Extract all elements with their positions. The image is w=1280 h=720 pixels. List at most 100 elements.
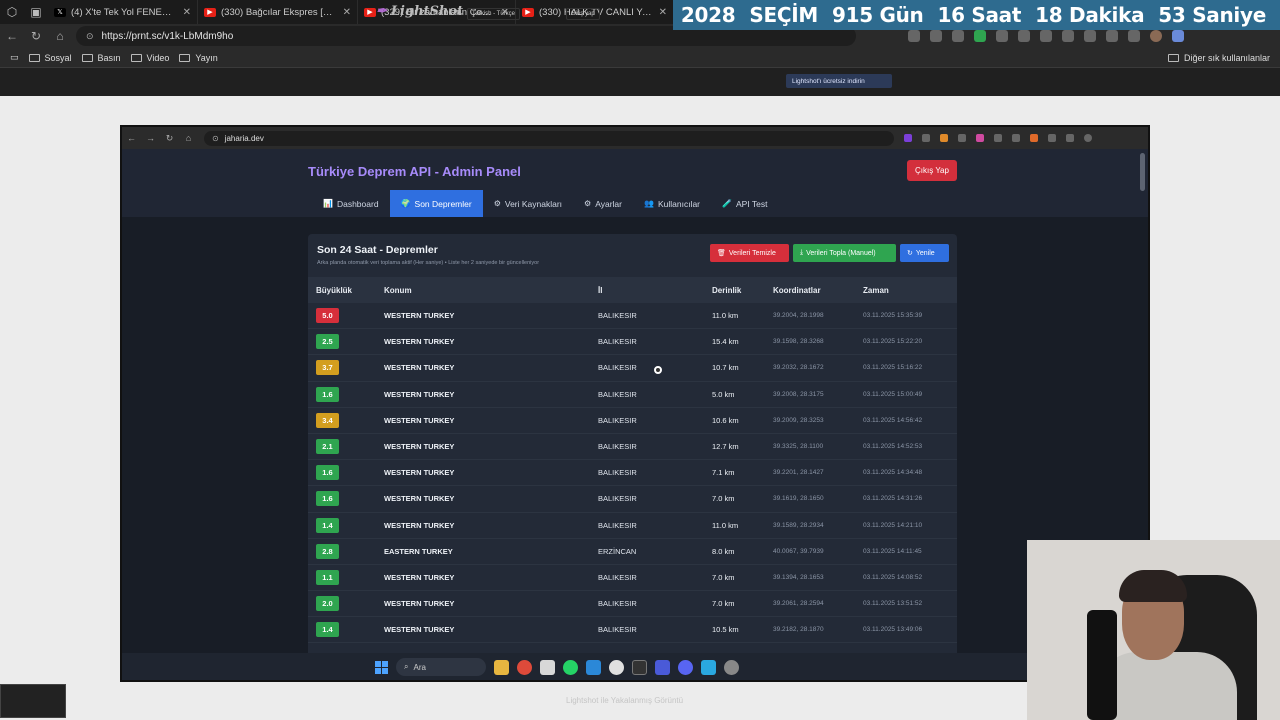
extension-icon[interactable]	[1128, 30, 1140, 42]
depth-cell: 10.7 km	[712, 363, 739, 373]
table-row[interactable]: 1.6 WESTERN TURKEY BALIKESIR 7.0 km 39.1619,…	[308, 486, 957, 513]
logout-button[interactable]: Çıkış Yap	[907, 160, 957, 181]
coordinates-cell: 39.2201, 28.1427	[773, 469, 824, 477]
column-header-time[interactable]: Zaman	[863, 277, 889, 303]
card-actions: 🗑 Verileri Temizle ⤓ Verileri Topla (Manue…	[710, 244, 949, 262]
time-cell: 03.11.2025 14:52:53	[863, 443, 923, 451]
bookmark-manager-icon[interactable]: ▭	[10, 52, 19, 63]
coordinates-cell: 39.2008, 28.3175	[773, 390, 824, 398]
extension-icon[interactable]	[996, 30, 1008, 42]
favorites-icon[interactable]	[1084, 30, 1096, 42]
column-header-coordinates[interactable]: Koordinatlar	[773, 277, 821, 303]
table-row[interactable]: 3.7 WESTERN TURKEY BALIKESIR 10.7 km 39.2032…	[308, 355, 957, 382]
column-header-depth[interactable]: Derinlik	[712, 277, 741, 303]
x-logo-icon: 𝕏	[54, 7, 66, 17]
workspaces-icon[interactable]: ⬡	[0, 0, 24, 24]
bookmark-folder-sosyal[interactable]: Sosyal	[28, 53, 72, 63]
close-tab-icon[interactable]: ✕	[659, 7, 667, 18]
folder-icon	[28, 53, 40, 62]
avatar[interactable]	[1150, 30, 1162, 42]
table-row[interactable]: 1.4 WESTERN TURKEY BALIKESIR 11.0 km 39.1589…	[308, 513, 957, 539]
location-cell: WESTERN TURKEY	[384, 625, 455, 635]
location-cell: WESTERN TURKEY	[384, 468, 455, 478]
depth-cell: 15.4 km	[712, 337, 739, 347]
column-header-location[interactable]: Konum	[384, 277, 412, 303]
election-countdown-overlay: 2028 SEÇİM 915 Gün 16 Saat 18 Dakika 53 …	[672, 0, 1280, 30]
terminal-icon	[632, 659, 647, 675]
windows-taskbar: ⌕ Ara	[122, 653, 1148, 680]
extension-icon	[1030, 134, 1038, 142]
lightshot-logo[interactable]: ✒ LightShot	[376, 4, 463, 19]
table-row[interactable]: 2.1 WESTERN TURKEY BALIKESIR 12.7 km 39.3325…	[308, 434, 957, 461]
close-tab-icon[interactable]: ✕	[183, 7, 191, 18]
tab-actions-icon[interactable]: ▣	[24, 0, 48, 24]
table-row[interactable]: 2.8 EASTERN TURKEY ERZİNCAN 8.0 km 40.0067, …	[308, 539, 957, 565]
card-subtitle: Arka planda otomatik veri toplama aktif …	[317, 260, 540, 266]
depth-cell: 5.0 km	[712, 389, 735, 399]
extension-icon[interactable]	[1018, 30, 1030, 42]
bookmark-label: Yayın	[195, 52, 218, 63]
browser-tab[interactable]: 𝕏 (4) X'te Tek Yol FENER: "Fenerbah ✕	[48, 0, 198, 24]
bookmark-folder-video[interactable]: Video	[130, 52, 170, 63]
extension-icon[interactable]	[908, 30, 920, 42]
nav-tab-ayarlar[interactable]: ⚙ Ayarlar	[573, 190, 633, 217]
extension-icon[interactable]	[1062, 30, 1074, 42]
table-row[interactable]: 5.0 WESTERN TURKEY BALIKESIR 11.0 km 39.2004…	[308, 303, 957, 330]
magnitude-cell: 2.5	[316, 329, 339, 354]
close-tab-icon[interactable]: ✕	[343, 7, 351, 18]
location-cell: WESTERN TURKEY	[384, 572, 455, 582]
depth-cell: 11.0 km	[712, 520, 739, 530]
nav-label: Ayarlar	[595, 198, 622, 209]
province-cell: BALIKESIR	[598, 468, 637, 478]
depth-cell: 7.1 km	[712, 468, 735, 478]
button-label: Verileri Topla (Manuel)	[806, 249, 876, 257]
windows-start-icon	[375, 660, 388, 674]
table-row[interactable]: 2.5 WESTERN TURKEY BALIKESIR 15.4 km 39.1598…	[308, 329, 957, 356]
table-row[interactable]: 1.6 WESTERN TURKEY BALIKESIR 5.0 km 39.2008,…	[308, 382, 957, 408]
nav-tab-son-depremler[interactable]: 🌍 Son Depremler	[389, 190, 483, 217]
nav-label: API Test	[736, 198, 768, 209]
home-icon[interactable]: ⌂	[48, 29, 72, 43]
magnitude-cell: 1.4	[316, 513, 339, 538]
nav-tab-veri-kaynakları[interactable]: ⚙ Veri Kaynakları	[483, 190, 573, 217]
collect-data-button[interactable]: ⤓ Verileri Topla (Manuel)	[793, 244, 896, 262]
extension-icon[interactable]	[930, 30, 942, 42]
other-bookmarks[interactable]: Diğer sık kullanılanlar	[1167, 53, 1270, 63]
refresh-button[interactable]: ↻ Yenile	[900, 244, 949, 262]
reload-icon[interactable]: ↻	[24, 29, 48, 43]
whatsapp-icon	[563, 659, 578, 675]
extension-icon[interactable]	[1040, 30, 1052, 42]
clear-data-button[interactable]: 🗑 Verileri Temizle	[710, 244, 789, 262]
bookmark-folder-yayin[interactable]: Yayın	[179, 52, 218, 63]
bookmark-folder-basin[interactable]: Basın	[81, 53, 121, 63]
extension-icon[interactable]	[952, 30, 964, 42]
refresh-icon: ↻	[907, 250, 913, 257]
nav-tab-api-test[interactable]: 🧪 API Test	[711, 190, 778, 217]
time-cell: 03.11.2025 14:11:45	[863, 547, 922, 555]
language-select[interactable]: Turkish - Türkçe	[467, 8, 521, 20]
table-row[interactable]: 3.4 WESTERN TURKEY BALIKESIR 10.6 km 39.2009…	[308, 408, 957, 434]
time-cell: 03.11.2025 14:08:52	[863, 573, 923, 581]
location-cell: EASTERN TURKEY	[384, 546, 453, 556]
nav-tab-kullanıcılar[interactable]: 👥 Kullanıcılar	[633, 190, 711, 217]
extension-icon[interactable]	[974, 30, 986, 42]
back-icon[interactable]: ←	[0, 29, 24, 43]
column-header-province[interactable]: İl	[598, 277, 602, 303]
nav-tab-dashboard[interactable]: 📊 Dashboard	[312, 190, 390, 217]
table-row[interactable]: 1.6 WESTERN TURKEY BALIKESIR 7.1 km 39.2201,…	[308, 460, 957, 487]
coordinates-cell: 39.2032, 28.1672	[773, 364, 824, 372]
table-row[interactable]: 1.4 WESTERN TURKEY BALIKESIR 10.5 km 39.2182…	[308, 617, 957, 644]
extension-icon[interactable]	[1106, 30, 1118, 42]
browser-tab[interactable]: ▶ (330) Bağcılar Ekspres [3] Daltoni ✕	[198, 0, 358, 24]
bookmark-label: Video	[146, 52, 170, 63]
magnitude-cell: 2.8	[316, 539, 339, 564]
login-link[interactable]: Giriş yap	[566, 8, 600, 20]
coordinates-cell: 39.2182, 28.1870	[773, 626, 824, 634]
download-button[interactable]: Lightshot'ı ücretsiz indirin	[786, 74, 892, 88]
table-row[interactable]: 2.0 WESTERN TURKEY BALIKESIR 7.0 km 39.2061,…	[308, 591, 957, 618]
table-row[interactable]: 1.1 WESTERN TURKEY BALIKESIR 7.0 km 39.1394,…	[308, 565, 957, 592]
nav-icon: 🌍	[400, 199, 411, 208]
copilot-icon[interactable]	[1172, 30, 1184, 42]
column-header-magnitude[interactable]: Büyüklük	[316, 277, 352, 303]
site-info-icon[interactable]: ⊙	[86, 31, 94, 42]
